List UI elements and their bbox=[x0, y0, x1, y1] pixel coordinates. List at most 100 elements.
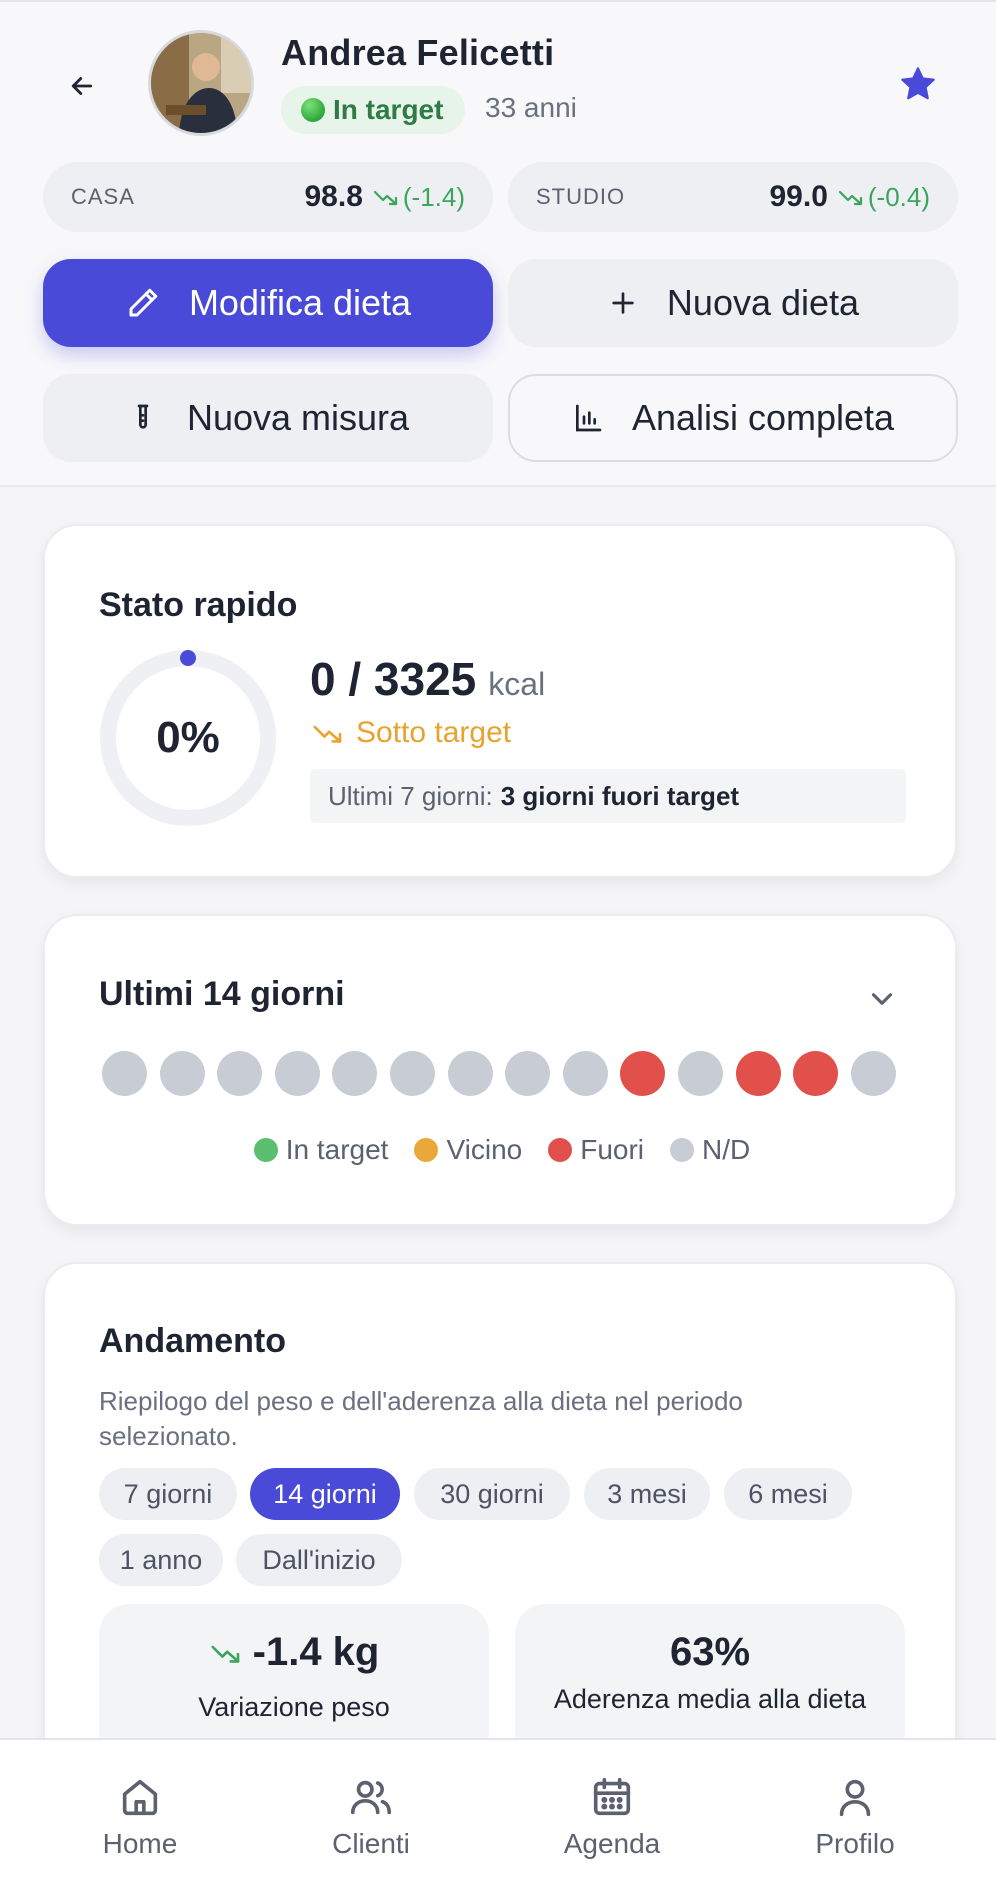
day-dot[interactable] bbox=[793, 1051, 839, 1096]
range-pill[interactable]: 7 giorni bbox=[99, 1468, 237, 1520]
new-measure-button[interactable]: Nuova misura bbox=[43, 374, 493, 462]
weight-chip-value: 98.8 bbox=[304, 180, 363, 213]
day-dot[interactable] bbox=[159, 1051, 205, 1096]
plus-icon bbox=[612, 292, 634, 314]
new-diet-button[interactable]: Nuova dieta bbox=[508, 259, 958, 347]
avatar-photo bbox=[151, 33, 251, 133]
calendar-icon bbox=[593, 1777, 631, 1816]
weight-chip-studio: STUDIO 99.0 (-0.4) bbox=[508, 162, 958, 232]
last-14-days-title: Ultimi 14 giorni bbox=[99, 975, 345, 1013]
full-analysis-label: Analisi completa bbox=[631, 397, 895, 438]
trend-down-icon bbox=[211, 1645, 239, 1663]
kcal-line: 0 / 3325 kcal bbox=[310, 652, 545, 706]
weight-chip-delta: (-0.4) bbox=[838, 182, 930, 213]
under-target-label: Sotto target bbox=[356, 716, 512, 749]
weight-change-value-row: -1.4 kg bbox=[99, 1630, 489, 1675]
legend-dot-icon bbox=[253, 1138, 278, 1162]
weight-chip-label: STUDIO bbox=[536, 184, 626, 209]
day-dot[interactable] bbox=[332, 1051, 378, 1096]
legend-item: Fuori bbox=[548, 1134, 644, 1166]
favorite-button[interactable] bbox=[894, 60, 942, 108]
range-pill[interactable]: Dall'inizio bbox=[236, 1534, 402, 1586]
day-dot[interactable] bbox=[677, 1051, 723, 1096]
new-diet-label: Nuova dieta bbox=[666, 282, 860, 323]
tab-clienti[interactable]: Clienti bbox=[271, 1774, 471, 1860]
range-pill[interactable]: 6 mesi bbox=[724, 1468, 852, 1520]
edit-diet-label: Modifica dieta bbox=[188, 282, 412, 323]
kcal-unit: kcal bbox=[488, 666, 546, 702]
tab-label: Home bbox=[102, 1828, 178, 1859]
days-out-label: Ultimi 7 giorni: bbox=[328, 780, 493, 811]
weight-delta-text: (-1.4) bbox=[402, 181, 465, 212]
client-age: 33 anni bbox=[485, 92, 577, 123]
trend-down-icon bbox=[373, 190, 397, 206]
day-dot[interactable] bbox=[505, 1051, 551, 1096]
pencil-icon bbox=[129, 288, 158, 317]
legend-dot-icon bbox=[670, 1138, 695, 1162]
trend-down-icon bbox=[313, 725, 342, 743]
home-icon bbox=[122, 1779, 158, 1816]
legend-item: Vicino bbox=[414, 1134, 522, 1166]
quick-status-title: Stato rapido bbox=[99, 586, 298, 624]
day-dot[interactable] bbox=[850, 1051, 896, 1096]
tab-label: Agenda bbox=[563, 1828, 661, 1859]
full-analysis-button[interactable]: Analisi completa bbox=[508, 374, 958, 462]
status-legend: In target Vicino Fuori N/D bbox=[45, 1134, 959, 1166]
trend-description: Riepilogo del peso e dell'aderenza alla … bbox=[99, 1386, 743, 1451]
back-button[interactable] bbox=[58, 62, 106, 110]
weight-chip-casa: CASA 98.8 (-1.4) bbox=[43, 162, 493, 232]
day-dot[interactable] bbox=[620, 1051, 666, 1096]
legend-label: In target bbox=[285, 1134, 389, 1165]
weight-change-value: -1.4 kg bbox=[252, 1630, 380, 1674]
day-dots bbox=[102, 1051, 896, 1096]
day-dot[interactable] bbox=[562, 1051, 608, 1096]
legend-dot-icon bbox=[548, 1138, 573, 1162]
adherence-label: Aderenza media alla dieta bbox=[553, 1684, 867, 1714]
days-out-box: Ultimi 7 giorni: 3 giorni fuori target bbox=[310, 769, 906, 823]
legend-label: N/D bbox=[702, 1134, 751, 1165]
kcal-value: 0 / 3325 bbox=[310, 653, 477, 705]
thermometer-icon bbox=[137, 404, 149, 429]
range-pill-selected[interactable]: 14 giorni bbox=[250, 1468, 400, 1520]
legend-label: Fuori bbox=[580, 1134, 645, 1165]
day-dot[interactable] bbox=[447, 1051, 493, 1096]
client-header: Andrea Felicetti In target 33 anni CASA … bbox=[0, 0, 996, 487]
status-dot-icon bbox=[301, 98, 325, 122]
avatar[interactable] bbox=[148, 30, 254, 136]
legend-dot-icon bbox=[414, 1138, 439, 1162]
tab-label: Clienti bbox=[332, 1828, 410, 1859]
bottom-tab-bar: Home Clienti Agenda Profilo bbox=[0, 1738, 996, 1902]
weight-delta-text: (-0.4) bbox=[867, 181, 930, 212]
calorie-percent: 0% bbox=[156, 713, 220, 762]
legend-item: N/D bbox=[670, 1134, 750, 1166]
quick-status-card: Stato rapido 0% 0 / 3325 kcal Sotto targ… bbox=[43, 524, 957, 878]
under-target-status: Sotto target bbox=[310, 716, 511, 750]
trend-down-icon bbox=[838, 190, 862, 206]
range-pill[interactable]: 1 anno bbox=[99, 1534, 223, 1586]
bar-chart-icon bbox=[575, 404, 602, 432]
day-dot[interactable] bbox=[217, 1051, 263, 1096]
user-icon bbox=[839, 1779, 871, 1817]
day-dot[interactable] bbox=[274, 1051, 320, 1096]
status-label: In target bbox=[333, 94, 444, 125]
new-measure-label: Nuova misura bbox=[186, 397, 410, 438]
arrow-left-icon bbox=[71, 77, 93, 95]
trend-title: Andamento bbox=[99, 1322, 286, 1360]
tab-agenda[interactable]: Agenda bbox=[512, 1774, 712, 1860]
edit-diet-button[interactable]: Modifica dieta bbox=[43, 259, 493, 347]
range-pill[interactable]: 3 mesi bbox=[584, 1468, 710, 1520]
chevron-down-icon[interactable] bbox=[865, 982, 899, 1016]
users-icon bbox=[350, 1780, 392, 1815]
tab-profilo[interactable]: Profilo bbox=[755, 1774, 955, 1860]
tab-home[interactable]: Home bbox=[40, 1774, 240, 1860]
star-icon bbox=[901, 67, 935, 100]
day-dot[interactable] bbox=[735, 1051, 781, 1096]
range-pill[interactable]: 30 giorni bbox=[414, 1468, 570, 1520]
day-dot[interactable] bbox=[102, 1051, 147, 1096]
weight-change-label: Variazione peso bbox=[198, 1692, 390, 1722]
legend-label: Vicino bbox=[446, 1134, 523, 1165]
client-name: Andrea Felicetti bbox=[281, 32, 555, 73]
weight-chip-label: CASA bbox=[71, 184, 135, 209]
day-dot[interactable] bbox=[389, 1051, 435, 1096]
weight-chip-delta: (-1.4) bbox=[373, 182, 465, 213]
